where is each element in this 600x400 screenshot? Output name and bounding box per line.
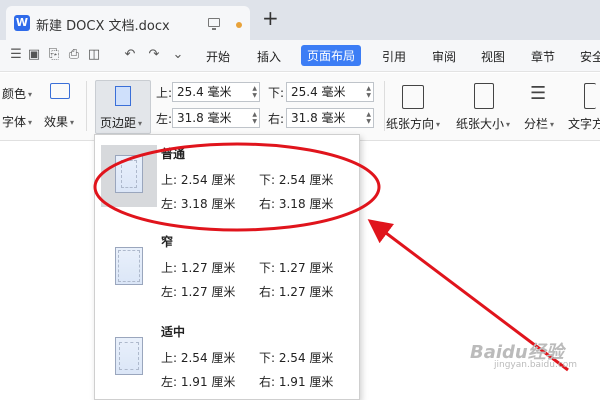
- theme-color-label: 颜色: [2, 87, 27, 101]
- effect-icon[interactable]: [50, 83, 70, 99]
- chevron-down-icon: ▾: [436, 120, 441, 129]
- paper-orientation-icon[interactable]: [402, 85, 424, 109]
- preset-right: 右: 1.27 厘米: [259, 285, 334, 299]
- stepper-icon[interactable]: ▲ ▼: [252, 111, 257, 125]
- preset-name: 窄: [161, 235, 174, 249]
- top-margin-field[interactable]: 25.4 毫米 ▲ ▼: [172, 82, 260, 102]
- ribbon: 颜色 ▾ 字体 ▾ 效果 ▾ 页边距 ▾ 上: 25.4 毫米 ▲ ▼ 下: 25.4 毫米…: [0, 73, 600, 141]
- page-preview-icon: [115, 337, 143, 375]
- paper-size-button[interactable]: 纸张大小 ▾: [456, 115, 510, 132]
- paper-size-icon[interactable]: [474, 83, 494, 109]
- title-bar: W 新建 DOCX 文档.docx +: [0, 0, 600, 40]
- print-icon[interactable]: ⎙: [66, 47, 82, 63]
- chevron-down-icon: ▾: [506, 120, 511, 129]
- page-preview-icon: [115, 247, 143, 285]
- preset-left: 左: 3.18 厘米: [161, 197, 236, 211]
- document-tab[interactable]: W 新建 DOCX 文档.docx: [6, 6, 250, 40]
- preset-thumbnail: [101, 323, 157, 385]
- theme-effect-label: 效果: [44, 115, 69, 129]
- page-preview-icon: [115, 155, 143, 193]
- quick-access-more-icon[interactable]: ⌄: [170, 47, 186, 63]
- page-margin-icon: [115, 86, 131, 106]
- chevron-down-icon: ▾: [28, 90, 33, 99]
- theme-color-dropdown[interactable]: 颜色 ▾: [2, 85, 32, 102]
- format-painter-icon[interactable]: ⎘: [46, 47, 62, 63]
- margin-preset-narrow[interactable]: 窄 上: 1.27 厘米 下: 1.27 厘米 左: 1.27 厘米 右: 1.…: [95, 233, 359, 313]
- left-margin-field[interactable]: 31.8 毫米 ▲ ▼: [172, 108, 260, 128]
- margin-preset-moderate[interactable]: 适中 上: 2.54 厘米 下: 2.54 厘米 左: 1.91 厘米 右: 1…: [95, 323, 359, 399]
- left-margin-label: 左:: [156, 112, 173, 126]
- bottom-margin-field[interactable]: 25.4 毫米 ▲ ▼: [286, 82, 374, 102]
- right-margin-field[interactable]: 31.8 毫米 ▲ ▼: [286, 108, 374, 128]
- undo-icon[interactable]: ↶: [122, 47, 138, 63]
- margin-label: 页边距 ▾: [100, 116, 143, 130]
- margin-presets-dropdown: 普通 上: 2.54 厘米 下: 2.54 厘米 左: 3.18 厘米 右: 3…: [94, 134, 360, 400]
- margin-preset-normal[interactable]: 普通 上: 2.54 厘米 下: 2.54 厘米 左: 3.18 厘米 右: 3…: [95, 145, 359, 225]
- text-direction-icon[interactable]: [584, 83, 596, 109]
- tab-view[interactable]: 视图: [481, 48, 505, 65]
- chevron-down-icon: ▾: [550, 120, 555, 129]
- preset-bottom: 下: 2.54 厘米: [259, 351, 334, 365]
- theme-effect-dropdown[interactable]: 效果 ▾: [44, 113, 74, 130]
- preset-right: 右: 3.18 厘米: [259, 197, 334, 211]
- preset-thumbnail: [101, 145, 157, 207]
- theme-font-dropdown[interactable]: 字体 ▾: [2, 113, 32, 130]
- watermark-url: jingyan.baidu.com: [494, 360, 578, 370]
- stepper-icon[interactable]: ▲ ▼: [366, 111, 371, 125]
- preset-name: 普通: [161, 147, 186, 161]
- chevron-down-icon: ▾: [70, 118, 75, 127]
- document-title: 新建 DOCX 文档.docx: [36, 19, 170, 34]
- tab-review[interactable]: 审阅: [432, 48, 456, 65]
- preset-top: 上: 1.27 厘米: [161, 261, 236, 275]
- chevron-down-icon: ▾: [28, 118, 33, 127]
- text-direction-button[interactable]: 文字方: [568, 115, 600, 132]
- paper-orientation-button[interactable]: 纸张方向 ▾: [386, 115, 440, 132]
- preset-bottom: 下: 1.27 厘米: [259, 261, 334, 275]
- top-margin-label: 上:: [156, 86, 173, 100]
- tab-page-layout[interactable]: 页面布局: [301, 45, 362, 66]
- save-icon[interactable]: ▣: [26, 47, 42, 63]
- right-margin-label: 右:: [268, 112, 285, 126]
- preset-top: 上: 2.54 厘米: [161, 173, 236, 187]
- monitor-icon[interactable]: [208, 18, 220, 30]
- margin-button[interactable]: 页边距 ▾: [95, 80, 151, 134]
- preview-icon[interactable]: ◫: [86, 47, 102, 63]
- columns-icon[interactable]: ☰: [530, 83, 546, 104]
- stepper-icon[interactable]: ▲ ▼: [252, 85, 257, 99]
- stepper-icon[interactable]: ▲ ▼: [366, 85, 371, 99]
- preset-right: 右: 1.91 厘米: [259, 375, 334, 389]
- columns-button[interactable]: 分栏 ▾: [524, 115, 554, 132]
- tab-chapter[interactable]: 章节: [531, 48, 555, 65]
- menu-hamburger-icon[interactable]: ☰: [8, 47, 24, 63]
- tab-home[interactable]: 开始: [206, 48, 230, 65]
- redo-icon[interactable]: ↷: [146, 47, 162, 63]
- preset-thumbnail: [101, 233, 157, 295]
- preset-name: 适中: [161, 325, 186, 339]
- new-tab-button[interactable]: +: [262, 6, 279, 30]
- theme-font-label: 字体: [2, 115, 27, 129]
- preset-bottom: 下: 2.54 厘米: [259, 173, 334, 187]
- tab-references[interactable]: 引用: [382, 48, 406, 65]
- preset-left: 左: 1.91 厘米: [161, 375, 236, 389]
- chevron-down-icon: ▾: [138, 119, 143, 128]
- preset-top: 上: 2.54 厘米: [161, 351, 236, 365]
- wps-writer-icon: W: [14, 15, 30, 31]
- ribbon-divider: [86, 81, 87, 131]
- bottom-margin-label: 下:: [268, 86, 285, 100]
- unsaved-dot-icon: [236, 22, 242, 28]
- tab-insert[interactable]: 插入: [257, 48, 281, 65]
- tab-security[interactable]: 安全: [580, 48, 600, 65]
- preset-left: 左: 1.27 厘米: [161, 285, 236, 299]
- ribbon-divider: [384, 81, 385, 131]
- menu-bar: ☰ ▣ ⎘ ⎙ ◫ ↶ ↷ ⌄ 开始 插入 页面布局 引用 审阅 视图 章节 安…: [0, 40, 600, 72]
